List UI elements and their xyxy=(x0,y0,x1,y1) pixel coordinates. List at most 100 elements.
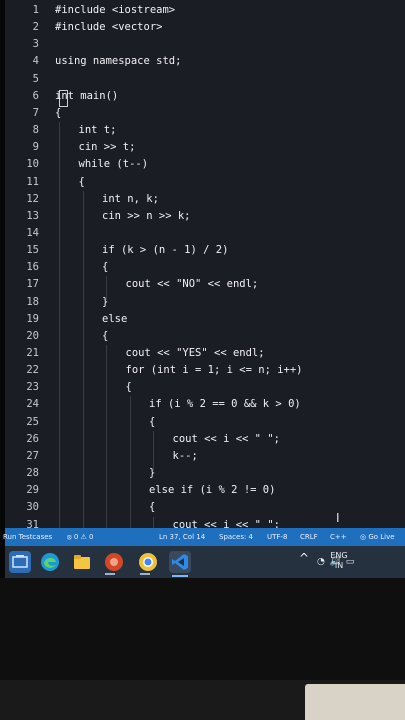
code-line[interactable]: 11 { xyxy=(5,174,405,191)
line-number: 3 xyxy=(32,38,39,51)
code-line[interactable]: 12 int n, k; xyxy=(5,191,405,208)
code-line[interactable]: 21 cout << "YES" << endl; xyxy=(5,345,405,362)
code-line[interactable]: 4 using namespace std; xyxy=(5,53,405,70)
line-number: 2 xyxy=(32,21,39,34)
line-number: 30 xyxy=(26,501,39,514)
code-text: if (i % 2 == 0 && k > 0) xyxy=(149,398,301,411)
code-line[interactable]: 29 else if (i % 2 != 0) xyxy=(5,482,405,499)
line-number: 28 xyxy=(26,467,39,480)
code-text: cout << "NO" << endl; xyxy=(125,278,259,291)
code-line[interactable]: 23 { xyxy=(5,379,405,396)
eol-setting[interactable]: CRLF xyxy=(300,528,318,546)
code-line[interactable]: 26 cout << i << " "; xyxy=(5,431,405,448)
run-testcases-button[interactable]: Run Testcases xyxy=(3,528,52,546)
code-text: { xyxy=(125,381,132,394)
problems-indicator[interactable]: ⦻ 0 ⚠ 0 xyxy=(67,528,94,546)
code-text: { xyxy=(78,175,85,188)
powerpoint-icon[interactable] xyxy=(103,551,125,573)
line-number: 13 xyxy=(26,209,39,222)
language-indicator-top[interactable]: ENG xyxy=(327,551,351,561)
code-text: for (int i = 1; i <= n; i++) xyxy=(125,364,303,377)
line-number: 14 xyxy=(26,226,39,239)
language-indicator-bottom[interactable]: IN xyxy=(327,561,351,571)
code-line[interactable]: 10 while (t--) xyxy=(5,156,405,173)
code-text: if (k > (n - 1) / 2) xyxy=(102,244,229,257)
code-line[interactable]: 6 int main() xyxy=(5,88,405,105)
code-text: int n, k; xyxy=(102,192,159,205)
code-line[interactable]: 15 if (k > (n - 1) / 2) xyxy=(5,242,405,259)
line-number: 29 xyxy=(26,484,39,497)
line-number: 18 xyxy=(26,295,39,308)
code-line[interactable]: 31 cout << i << " "; xyxy=(5,517,405,529)
code-line[interactable]: 16 { xyxy=(5,259,405,276)
screen-bezel-left xyxy=(0,0,5,580)
code-text: cout << "YES" << endl; xyxy=(125,347,265,359)
line-number: 4 xyxy=(32,55,39,68)
encoding-setting[interactable]: UTF-8 xyxy=(267,528,287,546)
code-line[interactable]: 30 { xyxy=(5,499,405,516)
line-number: 23 xyxy=(26,381,39,394)
code-text: { xyxy=(149,501,156,514)
line-number: 1 xyxy=(32,4,39,16)
task-view-icon[interactable] xyxy=(9,551,31,573)
line-number: 25 xyxy=(26,415,39,428)
code-line[interactable]: 14 xyxy=(5,225,405,242)
status-bar: Run Testcases ⦻ 0 ⚠ 0 Ln 37, Col 14 Spac… xyxy=(3,528,405,546)
code-text: cout << i << " "; xyxy=(172,432,280,445)
desk-object xyxy=(305,684,405,720)
code-line[interactable]: 20 { xyxy=(5,328,405,345)
code-line[interactable]: 13 cin >> n >> k; xyxy=(5,208,405,225)
code-line[interactable]: 18} xyxy=(5,294,405,311)
indentation-setting[interactable]: Spaces: 4 xyxy=(219,528,253,546)
code-text: int t; xyxy=(78,124,117,137)
edge-browser-icon[interactable] xyxy=(39,551,61,573)
code-line[interactable]: 28} xyxy=(5,465,405,482)
code-line[interactable]: 19 else xyxy=(5,311,405,328)
line-number: 19 xyxy=(26,312,39,325)
code-line[interactable]: 24 if (i % 2 == 0 && k > 0) xyxy=(5,396,405,413)
code-line[interactable]: 2 #include <vector> xyxy=(5,19,405,36)
line-number: 10 xyxy=(26,158,39,171)
code-line[interactable]: 8 int t; xyxy=(5,122,405,139)
chrome-browser-icon[interactable] xyxy=(137,551,159,573)
code-line[interactable]: 17 cout << "NO" << endl; xyxy=(5,276,405,293)
code-text: cout << i << " "; xyxy=(172,518,280,529)
code-text: else if (i % 2 != 0) xyxy=(149,484,276,497)
code-line[interactable]: 9 cin >> t; xyxy=(5,139,405,156)
code-text: { xyxy=(102,329,109,342)
go-live-button[interactable]: ◎ Go Live xyxy=(360,528,395,546)
code-editor[interactable]: I 1 #include <iostream> 2 #include <vector>… xyxy=(5,0,405,528)
code-text: #include <vector> xyxy=(55,21,163,34)
line-number: 20 xyxy=(26,329,39,342)
code-text: #include <iostream> xyxy=(55,4,176,16)
line-number: 16 xyxy=(26,261,39,274)
line-number: 27 xyxy=(26,449,39,462)
line-number: 31 xyxy=(26,518,39,529)
code-text: cin >> t; xyxy=(78,141,136,154)
cursor-position[interactable]: Ln 37, Col 14 xyxy=(159,528,205,546)
line-number: 5 xyxy=(32,72,39,85)
code-text: using namespace std; xyxy=(55,55,182,68)
file-explorer-icon[interactable] xyxy=(71,551,93,573)
line-number: 17 xyxy=(26,278,39,291)
code-text: k--; xyxy=(172,449,198,462)
code-text: { xyxy=(55,106,62,119)
code-line[interactable]: 1 #include <iostream> xyxy=(5,2,405,19)
line-number: 26 xyxy=(26,432,39,445)
code-line[interactable]: 27 k--; xyxy=(5,448,405,465)
code-line[interactable]: 5 xyxy=(5,71,405,88)
running-indicator xyxy=(105,573,115,575)
line-number: 21 xyxy=(26,347,39,359)
language-mode[interactable]: C++ xyxy=(330,528,347,546)
indent-guide xyxy=(106,345,107,528)
line-number: 12 xyxy=(26,192,39,205)
code-line[interactable]: 7{ xyxy=(5,105,405,122)
line-number: 11 xyxy=(26,175,39,188)
indent-guide xyxy=(59,122,60,528)
code-line[interactable]: 22 for (int i = 1; i <= n; i++) xyxy=(5,362,405,379)
vscode-icon[interactable] xyxy=(169,551,191,573)
show-hidden-icons-button[interactable]: ^ xyxy=(299,552,309,564)
windows-taskbar: ^ ◔ 🔊 ▭ ENG IN xyxy=(5,546,405,578)
code-line[interactable]: 3 xyxy=(5,36,405,53)
code-line[interactable]: 25 { xyxy=(5,414,405,431)
